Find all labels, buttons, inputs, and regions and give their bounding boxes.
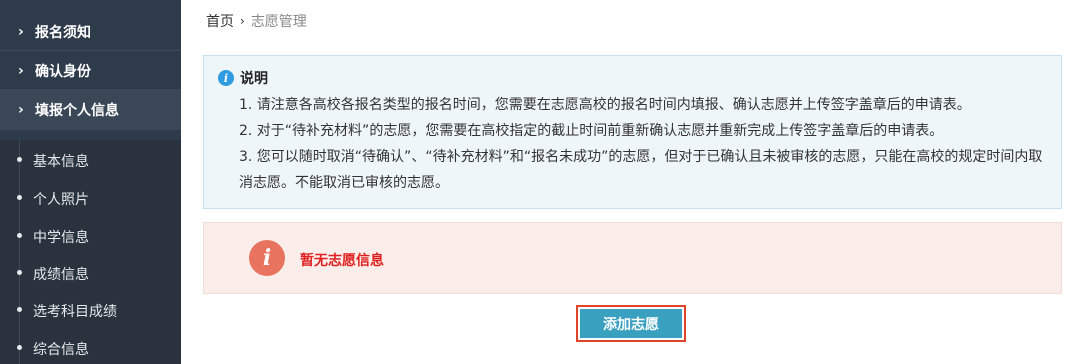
sidebar-item-basic-info[interactable]: 基本信息 [0,146,181,174]
alert-info-icon: i [249,240,285,276]
breadcrumb-separator-icon: › [240,14,245,28]
sidebar-item-label: 基本信息 [33,154,89,170]
sidebar-item-label: 中学信息 [33,230,89,246]
sidebar-item-comprehensive[interactable]: 综合信息 [0,334,181,362]
bullet-icon [17,233,22,238]
add-volunteer-button-highlight: 添加志愿 [576,305,686,342]
bullet-icon [17,195,22,200]
instructions-panel: i 说明 1. 请注意各高校各报名类型的报名时间，您需要在志愿高校的报名时间内填… [203,55,1062,209]
empty-notice: i 暂无志愿信息 [203,222,1062,294]
sidebar-section-label: 确认身份 [35,63,91,80]
info-icon: i [218,70,234,86]
empty-notice-text: 暂无志愿信息 [300,253,384,269]
chevron-right-icon: › [18,24,24,40]
bullet-icon [17,307,22,312]
sidebar-item-label: 选考科目成绩 [33,304,117,320]
sidebar-item-elective-scores[interactable]: 选考科目成绩 [0,296,181,324]
instruction-line: 3. 您可以随时取消“待确认”、“待补充材料”和“报名未成功”的志愿，但对于已确… [239,149,1043,191]
breadcrumb: 首页 › 志愿管理 [206,11,307,31]
breadcrumb-current: 志愿管理 [250,14,307,30]
sidebar-item-photo[interactable]: 个人照片 [0,184,181,212]
sidebar-subitems: 基本信息 个人照片 中学信息 成绩信息 选考科目成绩 综合信息 [0,140,181,364]
chevron-right-icon: › [18,62,24,79]
sidebar-section-identity[interactable]: › 确认身份 [0,52,181,90]
sidebar-item-label: 综合信息 [33,342,89,358]
chevron-right-icon: › [18,101,24,118]
sidebar: › 报名须知 › 确认身份 › 填报个人信息 基本信息 个人照片 中学信息 成绩… [0,0,181,364]
sidebar-item-scores[interactable]: 成绩信息 [0,259,181,287]
bullet-icon [17,345,22,350]
instructions-body: 1. 请注意各高校各报名类型的报名时间，您需要在志愿高校的报名时间内填报、确认志… [239,92,1055,196]
instruction-line: 2. 对于“待补充材料”的志愿，您需要在高校指定的截止时间前重新确认志愿并重新完… [239,123,944,139]
instructions-title: 说明 [240,71,268,87]
sidebar-item-label: 个人照片 [33,192,89,208]
instructions-header: i 说明 [218,68,268,88]
bullet-icon [17,157,22,162]
sidebar-item-label: 成绩信息 [33,267,89,283]
sidebar-item-high-school[interactable]: 中学信息 [0,222,181,250]
sidebar-section-label: 报名须知 [35,25,91,41]
sidebar-section-label: 填报个人信息 [35,102,119,119]
bullet-icon [17,270,22,275]
instruction-line: 1. 请注意各高校各报名类型的报名时间，您需要在志愿高校的报名时间内填报、确认志… [239,97,971,113]
breadcrumb-home-link[interactable]: 首页 [206,11,234,31]
sidebar-section-personal-info[interactable]: › 填报个人信息 [0,90,181,130]
sidebar-section-notice[interactable]: › 报名须知 [0,14,181,51]
add-volunteer-button[interactable]: 添加志愿 [580,309,682,338]
